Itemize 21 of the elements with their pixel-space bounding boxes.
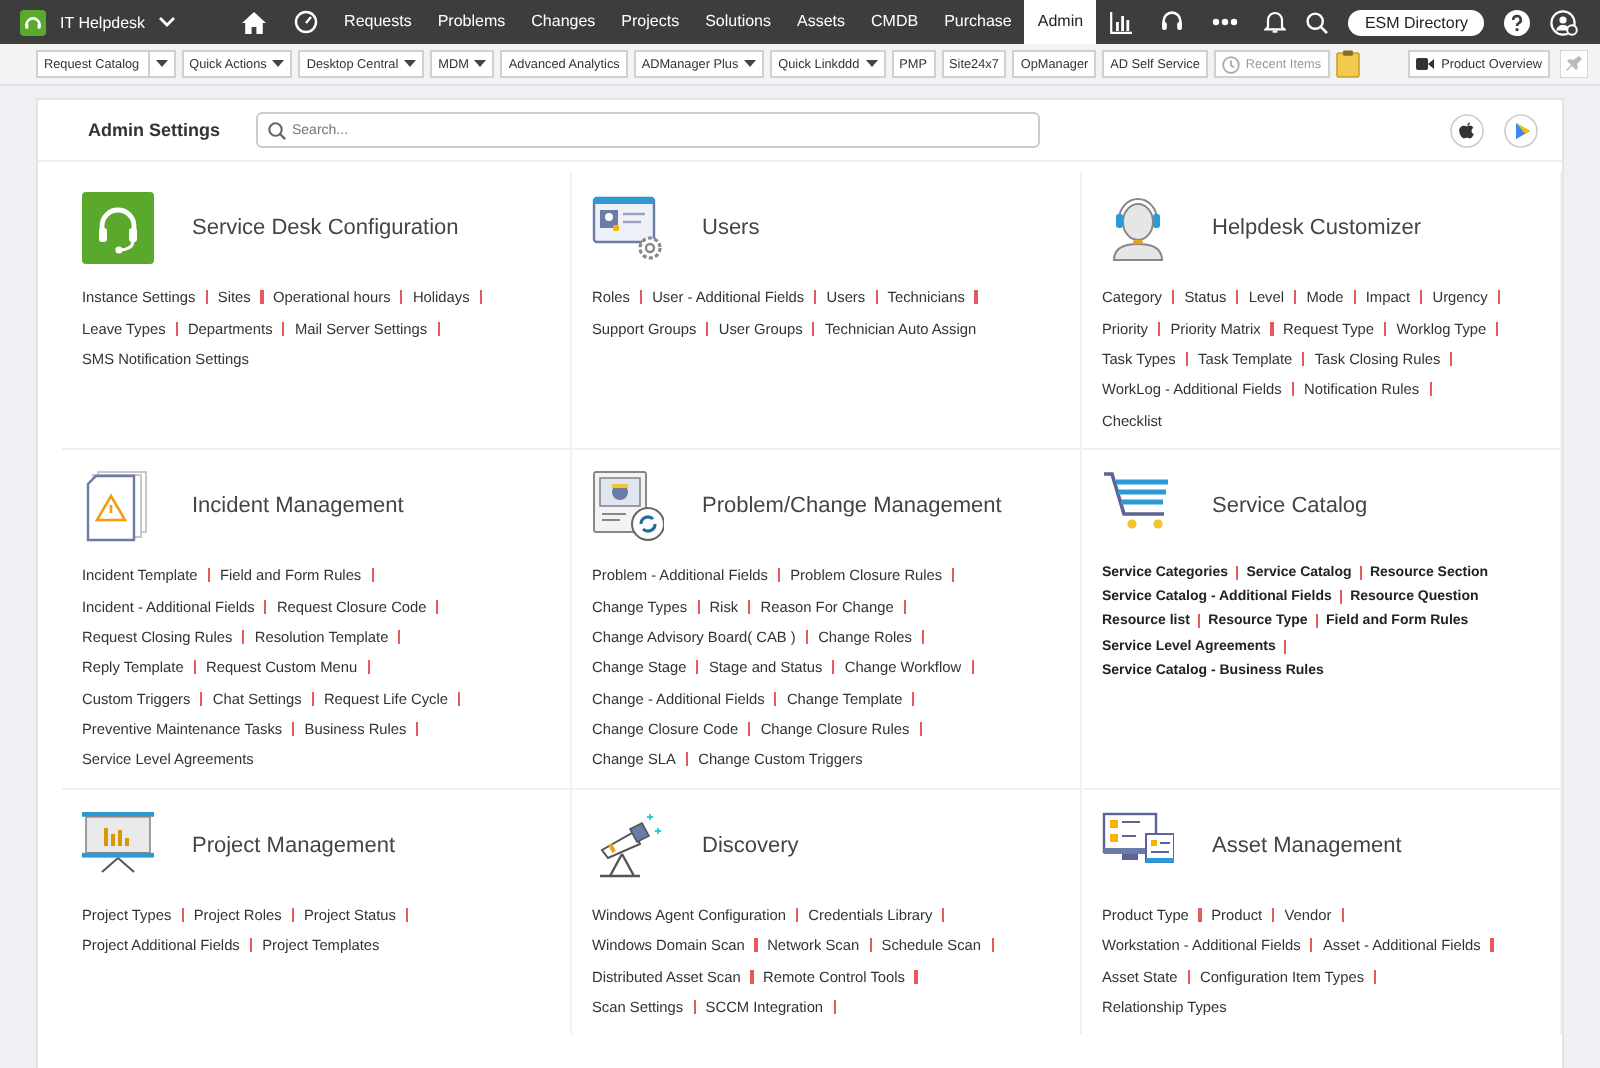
nav-tab[interactable]: CMDB [858, 0, 932, 44]
nav-tab[interactable]: Projects [608, 0, 693, 44]
page-title: Admin Settings [88, 120, 223, 140]
section-title: Service Catalog [1212, 493, 1368, 518]
nav-tab[interactable]: Admin [1024, 0, 1097, 44]
section-title: Project Management [192, 833, 395, 858]
section-title: Service Desk Configuration [192, 216, 459, 240]
section-title: Problem/Change Management [702, 493, 1002, 518]
section-title: Discovery [702, 833, 799, 858]
app-name[interactable]: IT Helpdesk [60, 13, 146, 31]
section-title: Helpdesk Customizer [1212, 216, 1422, 240]
nav-tab[interactable]: Assets [784, 0, 859, 44]
nav-tab[interactable]: Changes [518, 0, 609, 44]
section-title: Users [702, 216, 760, 240]
section-title: Incident Management [192, 493, 404, 518]
directory-button[interactable]: ESM Directory [1348, 9, 1484, 35]
nav-tab[interactable]: Purchase [931, 0, 1025, 44]
nav-tab[interactable]: Solutions [692, 0, 784, 44]
section-title: Asset Management [1212, 833, 1402, 858]
nav-tab[interactable]: Problems [424, 0, 519, 44]
nav-tab[interactable]: Requests [331, 0, 425, 44]
